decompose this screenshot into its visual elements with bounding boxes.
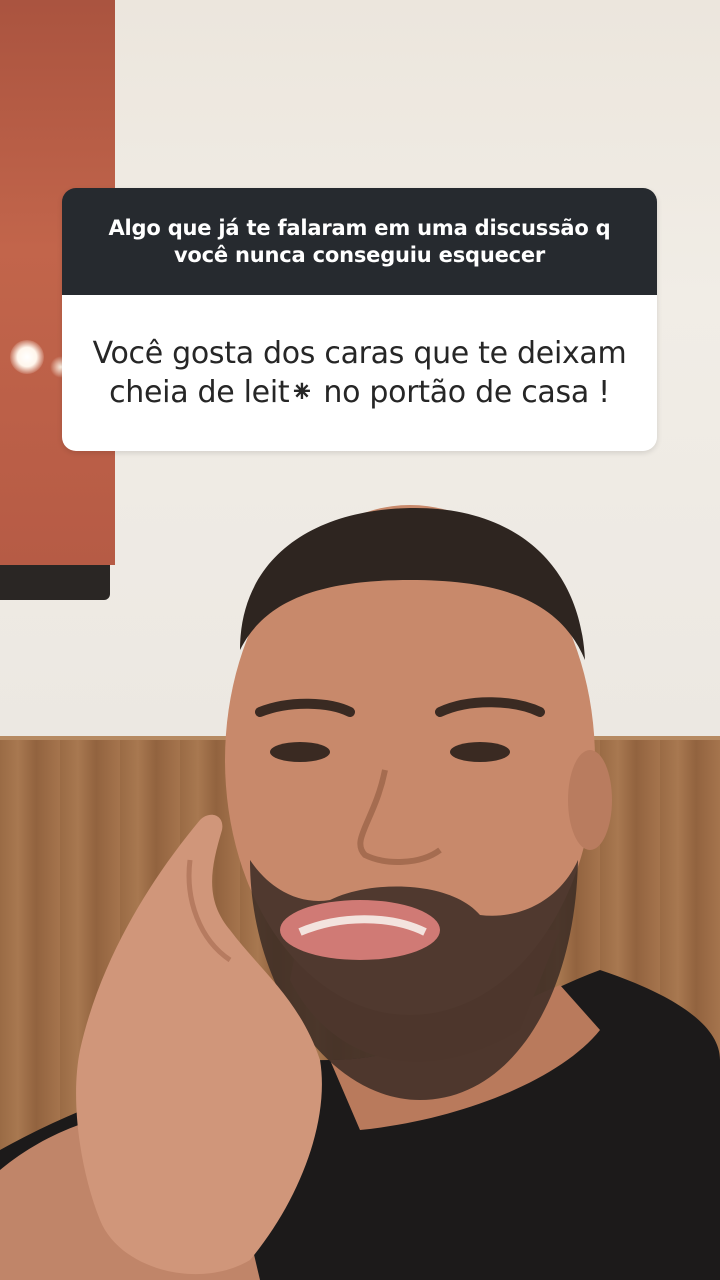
answer-line-2: cheia de leit⁕ no portão de casa ! — [109, 375, 610, 410]
answer-body: Você gosta dos caras que te deixam cheia… — [62, 295, 657, 451]
story-view: Algo que já te falaram em uma discussão … — [0, 0, 720, 1280]
question-header: Algo que já te falaram em uma discussão … — [62, 188, 657, 295]
answer-line-1: Você gosta dos caras que te deixam — [92, 336, 627, 371]
question-text: Algo que já te falaram em uma discussão … — [108, 215, 611, 267]
question-sticker[interactable]: Algo que já te falaram em uma discussão … — [62, 188, 657, 451]
answer-text: Você gosta dos caras que te deixam cheia… — [93, 334, 627, 412]
